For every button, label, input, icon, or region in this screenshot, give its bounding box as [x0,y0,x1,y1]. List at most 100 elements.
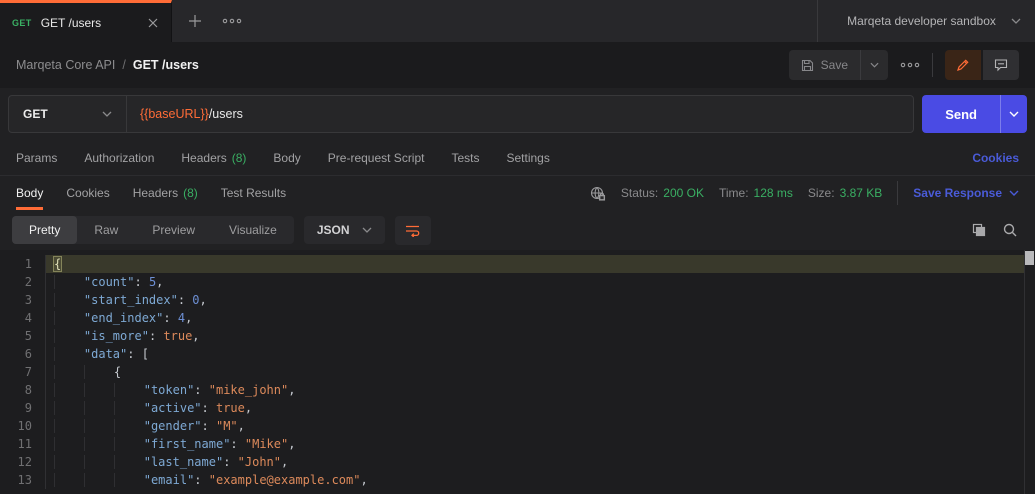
method-selector[interactable]: GET [9,96,127,132]
request-tab-tests[interactable]: Tests [451,151,479,165]
indent-guide [54,311,84,325]
code-line: 13 "email": "example@example.com", [0,471,1035,489]
breadcrumb-collection[interactable]: Marqeta Core API [16,58,115,72]
size-badge[interactable]: Size: 3.87 KB [808,186,882,200]
code-line-content[interactable]: "count": 5, [46,273,1035,291]
url-input[interactable]: {{baseURL}}/users [127,96,256,132]
tab-label: Cookies [66,186,110,200]
token-punct: , [244,401,253,415]
code-lines: 1{2 "count": 5, 3 "start_index": 0, 4 "end… [0,255,1035,489]
scrollbar[interactable] [1024,250,1035,494]
divider [897,181,899,205]
request-tab-body[interactable]: Body [273,151,300,165]
code-line-content[interactable]: "data": [ [46,345,1035,363]
indent-guide [54,329,84,343]
comment-icon[interactable] [983,50,1019,80]
request-tab-settings[interactable]: Settings [507,151,550,165]
token-punct: : [194,473,209,487]
more-icon[interactable] [900,62,920,68]
code-line-content[interactable]: "end_index": 4, [46,309,1035,327]
response-tab-headers[interactable]: Headers (8) [133,176,198,210]
indent-guide [113,437,144,451]
pencil-icon[interactable] [945,50,981,80]
scrollbar-thumb[interactable] [1025,251,1034,265]
format-selector-value: JSON [316,223,350,237]
tab-label: Headers [132,186,179,200]
token-key: "active" [143,401,202,415]
network-lock-icon[interactable] [590,186,606,201]
token-bracket: { [52,256,63,272]
indent-guide [83,437,114,451]
status-label: Status: [620,186,659,200]
token-str: "mike_john" [208,383,289,397]
token-key: "is_more" [83,329,149,343]
response-body-viewer[interactable]: 1{2 "count": 5, 3 "start_index": 0, 4 "end… [0,250,1035,494]
token-punct: , [192,329,200,343]
code-line-content[interactable]: { [46,255,1035,273]
search-icon[interactable] [1003,223,1017,237]
line-number: 5 [0,327,46,345]
send-button-group: Send [922,95,1027,133]
code-line-content[interactable]: "is_more": true, [46,327,1035,345]
code-line: 10 "gender": "M", [0,417,1035,435]
request-tab-headers[interactable]: Headers (8) [181,151,246,165]
format-selector[interactable]: JSON [303,216,385,244]
token-punct: { [113,365,122,379]
line-number: 1 [0,255,46,273]
time-label: Time: [718,186,749,200]
wrap-text-icon[interactable] [394,215,431,245]
more-icon[interactable] [212,0,252,42]
view-mode-visualize[interactable]: Visualize [212,216,294,244]
time-badge[interactable]: Time: 128 ms [719,186,793,200]
tab-count: (8) [231,150,247,165]
chevron-down-icon [1009,190,1019,196]
line-number: 11 [0,435,46,453]
indent-guide [54,455,84,469]
line-number: 7 [0,363,46,381]
request-url-row: GET {{baseURL}}/users Send [0,88,1035,140]
request-tab-params[interactable]: Params [16,151,57,165]
request-tab-pre-request-script[interactable]: Pre-request Script [328,151,425,165]
token-key: "gender" [143,419,202,433]
close-icon[interactable] [147,17,159,29]
save-response-button[interactable]: Save Response [913,186,1019,200]
code-line-content[interactable]: "first_name": "Mike", [46,435,1035,453]
code-line: 1{ [0,255,1035,273]
request-tab-get-users[interactable]: GET GET /users [0,0,172,42]
code-line: 4 "end_index": 4, [0,309,1035,327]
token-punct: , [360,473,368,487]
url-path: /users [208,107,243,121]
request-tab-authorization[interactable]: Authorization [84,151,154,165]
response-tab-test-results[interactable]: Test Results [221,176,286,210]
view-mode-preview[interactable]: Preview [135,216,212,244]
line-number: 4 [0,309,46,327]
save-button[interactable]: Save [789,50,860,80]
view-mode-raw[interactable]: Raw [77,216,135,244]
code-line: 6 "data": [ [0,345,1035,363]
line-number: 10 [0,417,46,435]
save-options-button[interactable] [860,50,888,80]
code-line-content[interactable]: "email": "example@example.com", [46,471,1035,489]
response-tab-body[interactable]: Body [16,176,44,210]
status-badge[interactable]: Status: 200 OK [621,186,704,200]
code-line-content[interactable]: "gender": "M", [46,417,1035,435]
indent-guide [83,419,114,433]
code-line-content[interactable]: "token": "mike_john", [46,381,1035,399]
code-line-content[interactable]: "active": true, [46,399,1035,417]
request-tabs-list: Params Authorization Headers (8) Body Pre-req… [16,151,550,165]
view-mode-pretty[interactable]: Pretty [12,216,78,244]
breadcrumb-row: Marqeta Core API / GET /users Save [0,42,1035,88]
line-number: 13 [0,471,46,489]
token-key: "last_name" [143,455,224,469]
plus-icon[interactable] [178,0,212,42]
copy-icon[interactable] [972,223,986,237]
response-tab-cookies[interactable]: Cookies [66,176,109,210]
send-button[interactable]: Send [922,95,1000,133]
send-options-button[interactable] [1000,95,1027,133]
cookies-link[interactable]: Cookies [972,151,1019,165]
code-line-content[interactable]: "start_index": 0, [46,291,1035,309]
environment-selector[interactable]: Marqeta developer sandbox [817,0,1035,42]
code-line-content[interactable]: "last_name": "John", [46,453,1035,471]
code-line: 8 "token": "mike_john", [0,381,1035,399]
code-line-content[interactable]: { [46,363,1035,381]
